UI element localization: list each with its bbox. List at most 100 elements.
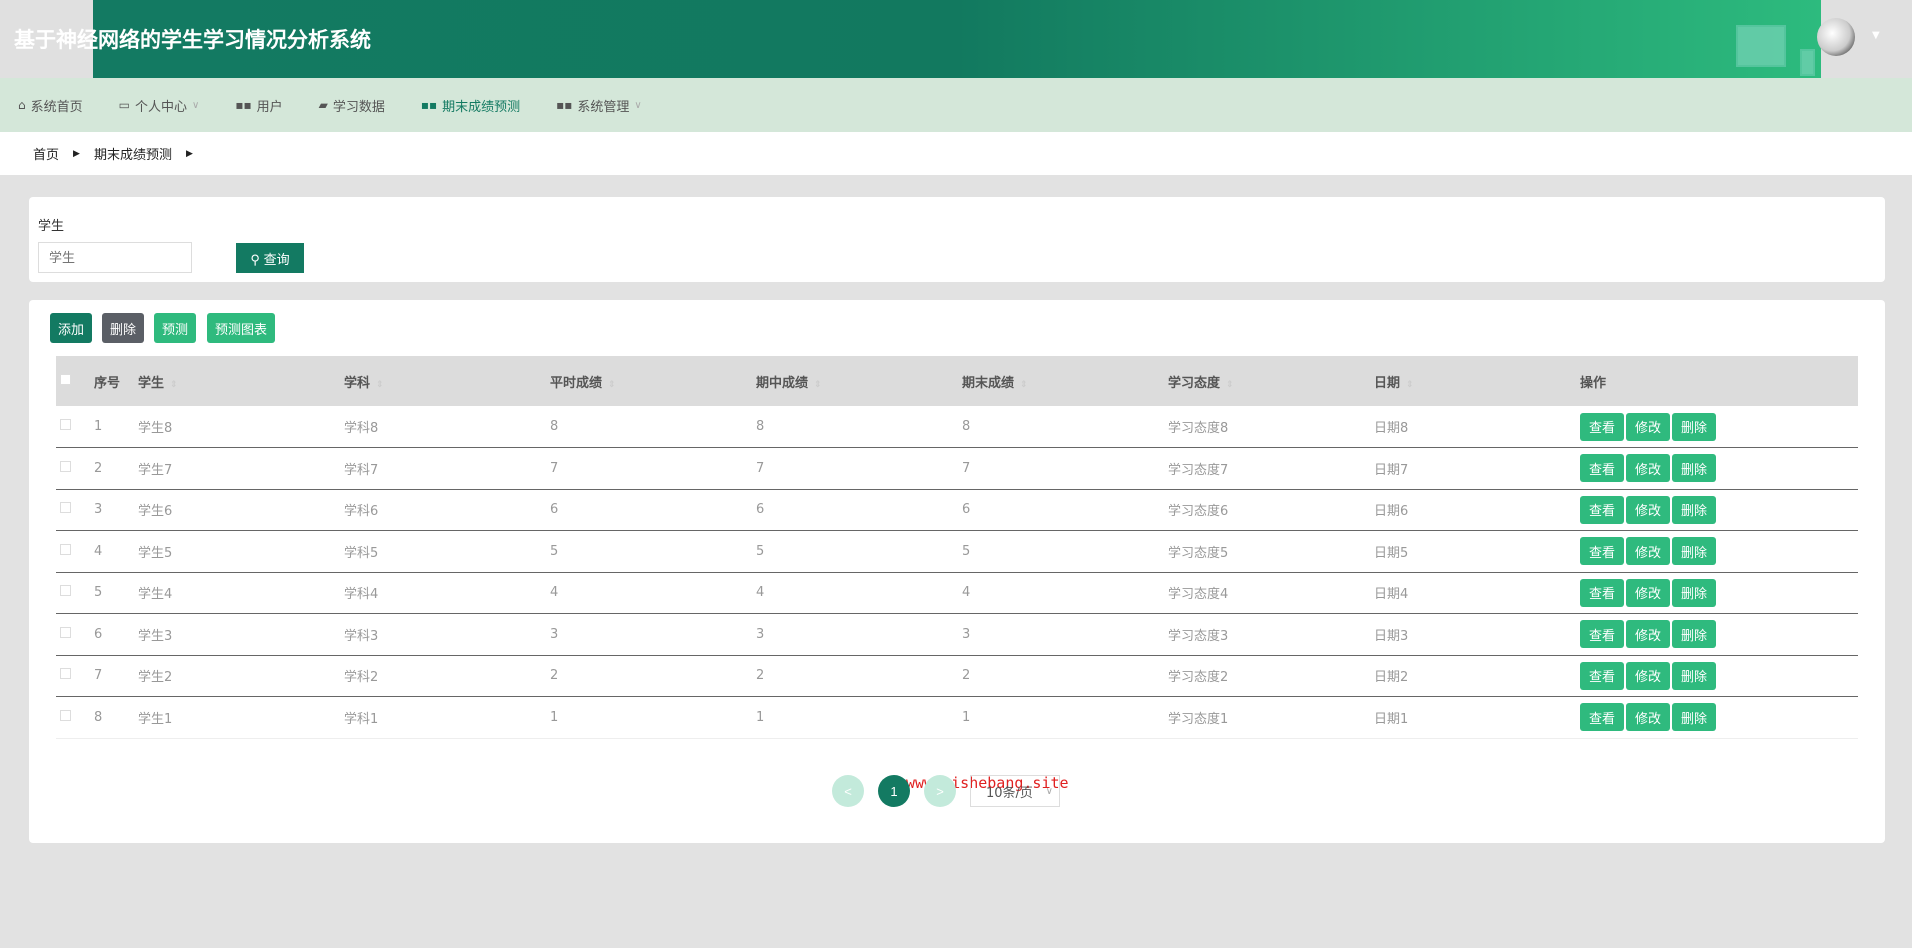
breadcrumb-home[interactable]: 首页: [33, 144, 59, 163]
nav-label: 期末成绩预测: [442, 99, 521, 115]
delete-button[interactable]: 删除: [1672, 661, 1717, 690]
delete-button[interactable]: 删除: [1672, 454, 1717, 483]
chevron-down-icon[interactable]: ▼: [1872, 30, 1880, 41]
delete-button[interactable]: 删除: [1672, 578, 1717, 607]
col-student[interactable]: 学生 ⇕: [138, 356, 344, 406]
col-final-score[interactable]: 期末成绩 ⇕: [962, 356, 1168, 406]
edit-button[interactable]: 修改: [1626, 454, 1671, 483]
col-subject[interactable]: 学科 ⇕: [344, 356, 550, 406]
cell-index: 1: [94, 406, 138, 448]
next-page-button[interactable]: >: [924, 775, 956, 807]
cell-usual-score: 3: [550, 613, 756, 656]
predict-chart-button[interactable]: 预测图表: [207, 313, 276, 343]
cell-date: 日期4: [1374, 572, 1580, 614]
edit-button[interactable]: 修改: [1626, 578, 1671, 607]
nav-item-study-data[interactable]: ▰ 学习数据: [319, 96, 385, 115]
cell-final-score: 6: [962, 489, 1168, 531]
delete-button[interactable]: 删除: [1672, 495, 1717, 524]
student-search-input[interactable]: [38, 242, 192, 273]
view-button[interactable]: 查看: [1580, 412, 1625, 441]
row-checkbox[interactable]: [60, 585, 71, 597]
edit-button[interactable]: 修改: [1626, 661, 1671, 690]
prev-page-button[interactable]: <: [832, 775, 864, 807]
cell-final-score: 1: [962, 696, 1168, 739]
nav-item-personal[interactable]: ▭ 个人中心 ∨: [119, 96, 200, 115]
cell-index: 8: [94, 696, 138, 739]
view-button[interactable]: 查看: [1580, 537, 1625, 566]
edit-button[interactable]: 修改: [1626, 703, 1671, 732]
cell-student: 学生4: [138, 572, 344, 614]
sort-icon: ⇕: [1020, 379, 1028, 390]
row-checkbox[interactable]: [60, 543, 71, 555]
cell-date: 日期8: [1374, 406, 1580, 448]
grid-icon: ▪▪: [420, 98, 438, 112]
cell-attitude: 学习态度7: [1168, 447, 1374, 490]
query-button[interactable]: ⚲ 查询: [236, 243, 304, 273]
cell-index: 4: [94, 530, 138, 573]
query-label: 查询: [263, 251, 290, 267]
nav-item-users[interactable]: ▪▪ 用户: [235, 96, 282, 115]
predict-button[interactable]: 预测: [154, 313, 197, 343]
view-button[interactable]: 查看: [1580, 661, 1625, 690]
table-row: 7 学生2 学科2 2 2 2 学习态度2 日期2 查看 修改 删除: [56, 655, 1858, 697]
cell-date: 日期2: [1374, 655, 1580, 697]
row-checkbox[interactable]: [60, 626, 71, 638]
edit-button[interactable]: 修改: [1626, 412, 1671, 441]
grid-icon: ▪▪: [235, 98, 252, 112]
view-button[interactable]: 查看: [1580, 495, 1625, 524]
app-title: 基于神经网络的学生学习情况分析系统: [14, 28, 371, 52]
select-all-checkbox[interactable]: [60, 373, 71, 385]
edit-button[interactable]: 修改: [1626, 620, 1671, 649]
cell-attitude: 学习态度5: [1168, 530, 1374, 573]
data-table: 序号 学生 ⇕ 学科 ⇕ 平时成绩 ⇕ 期中成绩 ⇕ 期末成绩 ⇕ 学习态度 ⇕ 日期 ⇕ 操…: [56, 356, 1858, 739]
cell-usual-score: 8: [550, 406, 756, 448]
page-size-select[interactable]: 10条/页 ∨: [970, 775, 1060, 807]
delete-button[interactable]: 删除: [1672, 703, 1717, 732]
cell-attitude: 学习态度6: [1168, 489, 1374, 531]
nav-label: 学习数据: [332, 99, 385, 115]
row-checkbox[interactable]: [60, 709, 71, 721]
page-size-label: 10条/页: [986, 785, 1033, 801]
view-button[interactable]: 查看: [1580, 454, 1625, 483]
nav-item-system[interactable]: ▪▪ 系统管理 ∨: [556, 96, 642, 115]
page-1-button[interactable]: 1: [878, 775, 910, 807]
delete-button[interactable]: 删除: [1672, 620, 1717, 649]
edit-button[interactable]: 修改: [1626, 537, 1671, 566]
chat-icon: ▰: [318, 98, 328, 112]
row-checkbox[interactable]: [60, 419, 71, 430]
col-attitude[interactable]: 学习态度 ⇕: [1168, 356, 1374, 406]
cell-attitude: 学习态度4: [1168, 572, 1374, 614]
chevron-down-icon: ∨: [1045, 785, 1053, 797]
delete-button[interactable]: 删除: [102, 313, 145, 343]
delete-button[interactable]: 删除: [1672, 412, 1717, 441]
sort-icon: ⇕: [376, 379, 384, 390]
col-date[interactable]: 日期 ⇕: [1374, 356, 1580, 406]
sort-icon: ⇕: [814, 379, 822, 390]
cell-index: 5: [94, 572, 138, 614]
cell-subject: 学科5: [344, 530, 550, 573]
col-midterm-score[interactable]: 期中成绩 ⇕: [756, 356, 962, 406]
view-button[interactable]: 查看: [1580, 620, 1625, 649]
view-button[interactable]: 查看: [1580, 578, 1625, 607]
row-checkbox[interactable]: [60, 460, 71, 472]
add-button[interactable]: 添加: [50, 313, 93, 343]
cell-usual-score: 2: [550, 655, 756, 697]
chevron-down-icon: ∨: [634, 99, 642, 111]
cell-midterm-score: 4: [756, 572, 962, 614]
cell-attitude: 学习态度1: [1168, 696, 1374, 739]
nav-item-home[interactable]: ⌂ 系统首页: [18, 96, 83, 115]
edit-button[interactable]: 修改: [1626, 495, 1671, 524]
col-usual-score[interactable]: 平时成绩 ⇕: [550, 356, 756, 406]
nav-bar: ⌂ 系统首页 ▭ 个人中心 ∨ ▪▪ 用户 ▰ 学习数据 ▪▪ 期末成绩预测 ▪▪ 系统管理 ∨: [0, 78, 1912, 132]
nav-item-final-prediction[interactable]: ▪▪ 期末成绩预测: [421, 96, 520, 115]
nav-label: 系统管理: [577, 99, 630, 115]
avatar[interactable]: [1817, 18, 1855, 56]
cell-subject: 学科4: [344, 572, 550, 614]
view-button[interactable]: 查看: [1580, 703, 1625, 732]
delete-button[interactable]: 删除: [1672, 537, 1717, 566]
row-checkbox[interactable]: [60, 668, 71, 680]
cell-date: 日期6: [1374, 489, 1580, 531]
breadcrumb: 首页 ▶ 期末成绩预测 ▶: [0, 132, 1912, 175]
search-panel: 学生 ⚲ 查询: [29, 197, 1885, 282]
row-checkbox[interactable]: [60, 502, 71, 514]
